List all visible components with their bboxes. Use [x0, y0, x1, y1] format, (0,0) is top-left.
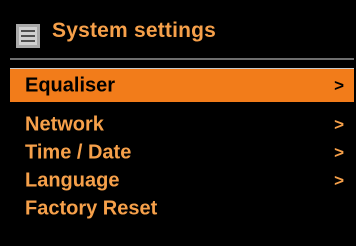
page-title: System settings [52, 19, 217, 42]
menu-item-label: Time / Date [25, 141, 132, 164]
chevron-right-icon: > [334, 115, 344, 134]
menu-item-label: Network [25, 113, 104, 136]
menu-item-factory-reset[interactable]: Factory Reset [10, 192, 354, 226]
chevron-right-icon: > [334, 75, 344, 95]
menu-item-label: Equaliser [25, 74, 116, 96]
radio-screen: System settings Equaliser > Network > Ti… [0, 0, 356, 246]
header-divider [10, 58, 354, 60]
menu-list-icon [16, 24, 40, 48]
menu-item-equaliser[interactable]: Equaliser > [10, 68, 354, 102]
chevron-right-icon: > [334, 171, 344, 190]
chevron-right-icon: > [334, 143, 344, 162]
header: System settings [0, 0, 356, 58]
menu-item-label: Language [25, 169, 120, 192]
menu-item-label: Factory Reset [25, 197, 158, 220]
